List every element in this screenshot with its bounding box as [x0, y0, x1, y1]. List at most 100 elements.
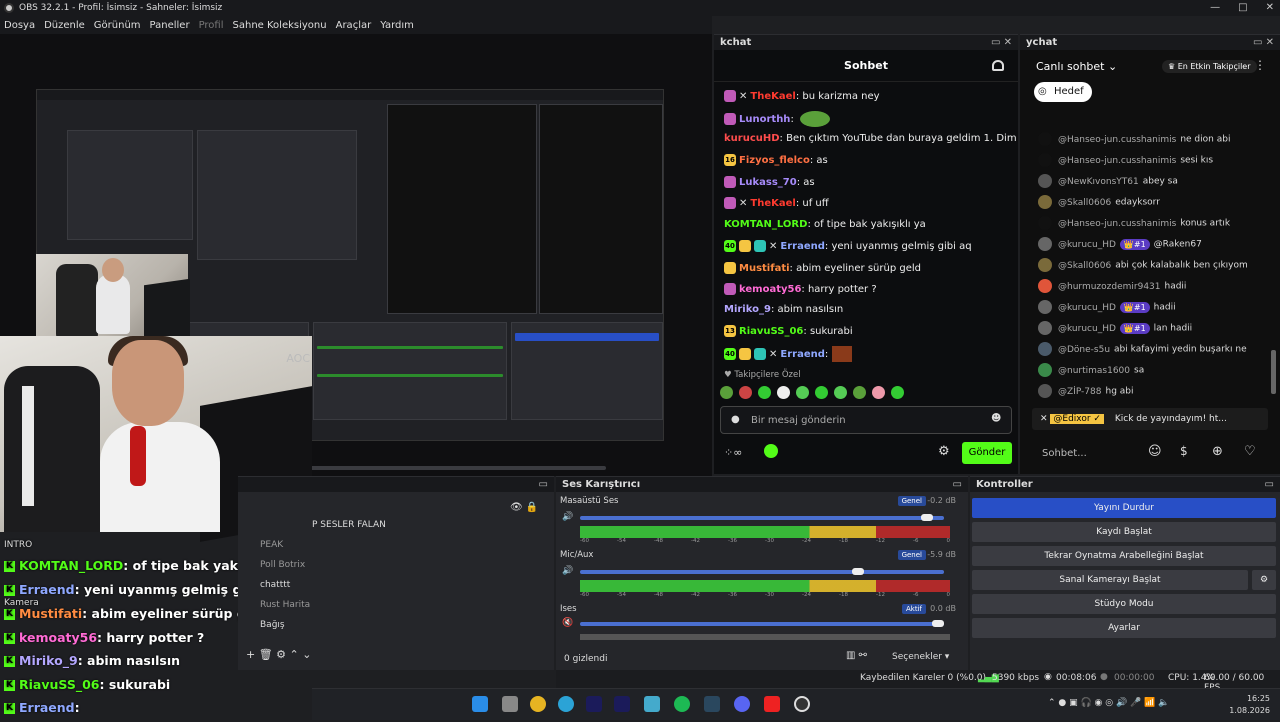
controls-dock-title: Kontroller ▭	[970, 476, 1280, 492]
chat-message: @kurucu_HD 👑#1 @Raken67	[1038, 237, 1202, 251]
hidden-count: 0 gizlendi	[564, 654, 608, 664]
hedef-button[interactable]: ◎ Hedef	[1034, 82, 1092, 102]
pinned-message[interactable]: ✕ @Edixor ✓ Kick de yayındayım! ht...	[1032, 408, 1268, 430]
virtual-camera-button[interactable]: Sanal Kamerayı Başlat	[972, 570, 1248, 590]
send-button[interactable]: Gönder	[962, 442, 1012, 464]
followers-only-label: ♥ Takipçilere Özel	[724, 370, 801, 380]
file-explorer-icon[interactable]	[502, 696, 518, 712]
chat-message: @ZİP-788 hg abi	[1038, 384, 1134, 398]
spotify-icon[interactable]	[674, 696, 690, 712]
volume-knob[interactable]	[921, 514, 934, 521]
meter-scale: -60 -54 -48 -42 -36 -30 -24 -18 -12 -6 0	[580, 538, 950, 544]
chat-message: @Skall0606 edayksorr	[1038, 195, 1160, 209]
overlay-row: K Mustifati: abim eyeliner sürüp geld	[4, 606, 268, 621]
chat-message: kurucuHD: Ben çıktım YouTube dan buraya …	[724, 133, 1017, 144]
chat-message: @Hanseo-jun.cusshanimis ne dion abi	[1038, 132, 1230, 146]
menu-araclar[interactable]: Araçlar	[336, 20, 372, 31]
nested-title-bar	[37, 90, 663, 100]
chat-mode-dropdown[interactable]: Canlı sohbet ⌄	[1036, 60, 1117, 73]
kchat-message-input[interactable]: ● Bir mesaj gönderin ☻	[720, 406, 1012, 434]
volume-slider[interactable]	[580, 568, 944, 575]
gear-icon[interactable]: ⚙	[938, 444, 950, 459]
menu-paneller[interactable]: Paneller	[150, 20, 190, 31]
chat-message: Lukass_70: as	[724, 176, 815, 188]
dock-close-icon[interactable]: ▭ ✕	[1253, 35, 1274, 51]
close-button[interactable]: ✕	[1266, 0, 1274, 16]
super-chat-icon[interactable]: $	[1180, 444, 1188, 458]
source-item[interactable]: Bağış	[260, 620, 285, 630]
menu-sahne-koleksiyonu[interactable]: Sahne Koleksiyonu	[233, 20, 327, 31]
settings-button[interactable]: Ayarlar	[972, 618, 1276, 638]
steam-icon[interactable]	[704, 696, 720, 712]
chat-message: ✕ TheKael: bu karizma ney	[724, 90, 880, 102]
menu-profil[interactable]: Profil	[199, 20, 224, 31]
volume-slider[interactable]	[580, 620, 944, 627]
dock-close-icon[interactable]: ▭ ✕	[991, 35, 1012, 51]
premiere-icon[interactable]	[586, 696, 602, 712]
app-icon[interactable]	[644, 696, 660, 712]
stop-streaming-button[interactable]: Yayını Durdur	[972, 498, 1276, 518]
emote-row[interactable]	[720, 386, 904, 399]
top-fans-button[interactable]: ♛ En Etkin Takipçiler	[1162, 60, 1257, 73]
discord-icon[interactable]	[734, 696, 750, 712]
chat-message: 40 ✕ Erraend:	[724, 346, 853, 362]
premiere-icon-2[interactable]	[614, 696, 630, 712]
add-source-icon[interactable]: + 🗑 ⚙ ⌃ ⌄	[246, 648, 311, 661]
chat-scrollbar[interactable]	[1271, 350, 1276, 394]
emoji-icon[interactable]: ☻	[991, 413, 1001, 424]
speaker-icon[interactable]: 🔊	[562, 512, 573, 522]
level-meter	[580, 634, 950, 640]
preview-scrollbar[interactable]	[310, 466, 606, 470]
channel-mode[interactable]: Genel	[897, 496, 926, 506]
sources-panel: P SESLER FALAN PEAK Poll Botrix chatttt …	[238, 492, 554, 670]
heart-icon[interactable]: ♡	[1244, 444, 1256, 459]
channel-name: Ises	[560, 604, 577, 614]
obs-icon[interactable]	[794, 696, 810, 712]
edge-icon[interactable]	[558, 696, 574, 712]
channel-mode[interactable]: Genel	[897, 550, 926, 560]
menu-dosya[interactable]: Dosya	[4, 20, 35, 31]
obs-logo-icon	[4, 3, 14, 13]
layout-icon[interactable]: ▥ ⚯	[846, 650, 867, 661]
add-icon[interactable]: ⊕	[1212, 444, 1223, 459]
ychat-input[interactable]: Sohbet...	[1042, 448, 1087, 459]
menu-duzenle[interactable]: Düzenle	[44, 20, 85, 31]
user-icon[interactable]	[992, 60, 1004, 71]
speaker-icon[interactable]: 🔊	[562, 566, 573, 576]
chrome-icon[interactable]	[530, 696, 546, 712]
kick-icon[interactable]	[764, 444, 778, 458]
tray-icons[interactable]: ⌃ ● ▣ 🎧 ◉ ◎ 🔊 🎤 📶 🔈	[1048, 698, 1169, 708]
opera-icon[interactable]	[764, 696, 780, 712]
channel-mode[interactable]: Aktif	[902, 604, 926, 614]
volume-knob[interactable]	[851, 568, 864, 575]
source-item[interactable]: PEAK	[260, 540, 283, 550]
menu-gorunum[interactable]: Görünüm	[94, 20, 141, 31]
maximize-button[interactable]: □	[1238, 0, 1247, 16]
menu-bar: Dosya Düzenle Görünüm Paneller Profil Sa…	[0, 16, 712, 34]
volume-knob[interactable]	[932, 620, 944, 627]
studio-mode-button[interactable]: Stüdyo Modu	[972, 594, 1276, 614]
nested-stop-button	[515, 333, 659, 341]
source-item[interactable]: P SESLER FALAN	[312, 520, 386, 530]
minimize-button[interactable]: —	[1210, 0, 1220, 16]
mixer-options-button[interactable]: Seçenekler ▾	[892, 652, 949, 662]
start-recording-button[interactable]: Kaydı Başlat	[972, 522, 1276, 542]
source-item[interactable]: chatttt	[260, 580, 290, 590]
eye-icon[interactable]: 👁 🔒	[510, 502, 538, 513]
more-options-icon[interactable]: ⋮	[1254, 58, 1266, 72]
source-item[interactable]: Poll Botrix	[260, 560, 305, 570]
gear-icon[interactable]: ⚙	[1252, 570, 1276, 590]
menu-yardim[interactable]: Yardım	[380, 20, 414, 31]
volume-slider[interactable]	[580, 514, 944, 521]
source-item[interactable]: Rust Harita	[260, 600, 310, 610]
windows-start-icon[interactable]	[472, 696, 488, 712]
muted-speaker-icon[interactable]: 🔇	[562, 618, 573, 628]
sources-dock-title: ▭	[238, 476, 554, 492]
emoji-icon[interactable]: ☺	[1148, 444, 1162, 459]
overlay-row: K Miriko_9: abim nasılsın	[4, 653, 181, 668]
system-clock[interactable]: 16:25 1.08.2026	[1229, 693, 1270, 717]
replay-buffer-button[interactable]: Tekrar Oynatma Arabelleğini Başlat	[972, 546, 1276, 566]
overlay-row: K Erraend:	[4, 700, 80, 715]
chat-message: Lunorthh:	[724, 111, 830, 127]
chat-tools-icon[interactable]: ⁘∞	[724, 446, 742, 459]
